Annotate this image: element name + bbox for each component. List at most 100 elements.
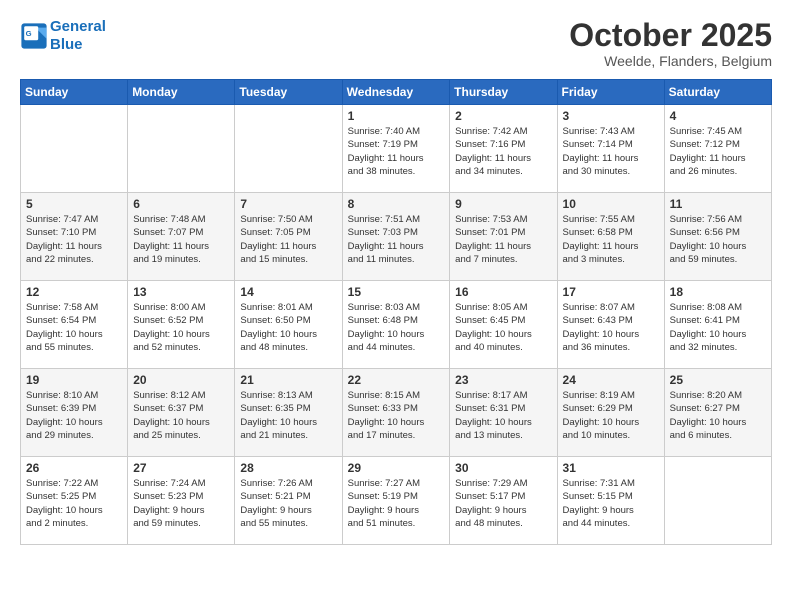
logo-icon: G: [20, 22, 48, 50]
day-cell: 15 Sunrise: 8:03 AM Sunset: 6:48 PM Dayli…: [342, 281, 450, 369]
day-number: 1: [348, 109, 445, 123]
day-number: 4: [670, 109, 766, 123]
day-cell: 18Sunrise: 8:08 AM Sunset: 6:41 PM Dayli…: [664, 281, 771, 369]
day-number: 9: [455, 197, 551, 211]
col-header-tuesday: Tuesday: [235, 80, 342, 105]
day-number: 27: [133, 461, 229, 475]
day-info: Sunrise: 8:00 AM Sunset: 6:52 PM Dayligh…: [133, 301, 229, 354]
day-info: Sunrise: 7:26 AM Sunset: 5:21 PM Dayligh…: [240, 477, 336, 530]
logo-text: General Blue: [50, 18, 106, 54]
day-info: Sunrise: 7:22 AM Sunset: 5:25 PM Dayligh…: [26, 477, 122, 530]
day-number: 5: [26, 197, 122, 211]
day-cell: 30 Sunrise: 7:29 AM Sunset: 5:17 PM Dayli…: [450, 457, 557, 545]
day-cell: 12Sunrise: 7:58 AM Sunset: 6:54 PM Dayli…: [21, 281, 128, 369]
day-cell: 6Sunrise: 7:48 AM Sunset: 7:07 PM Daylig…: [128, 193, 235, 281]
day-cell: 11 Sunrise: 7:56 AM Sunset: 6:56 PM Dayli…: [664, 193, 771, 281]
day-number: 17: [563, 285, 659, 299]
col-header-monday: Monday: [128, 80, 235, 105]
day-number: 12: [26, 285, 122, 299]
day-number: 28: [240, 461, 336, 475]
day-number: 15: [348, 285, 445, 299]
day-cell: 4 Sunrise: 7:45 AM Sunset: 7:12 PM Daylig…: [664, 105, 771, 193]
day-info: Sunrise: 7:42 AM Sunset: 7:16 PM Dayligh…: [455, 125, 551, 178]
title-block: October 2025 Weelde, Flanders, Belgium: [569, 18, 772, 69]
day-cell: 17Sunrise: 8:07 AM Sunset: 6:43 PM Dayli…: [557, 281, 664, 369]
day-cell: 5 Sunrise: 7:47 AM Sunset: 7:10 PM Daylig…: [21, 193, 128, 281]
col-header-saturday: Saturday: [664, 80, 771, 105]
day-number: 25: [670, 373, 766, 387]
day-info: Sunrise: 7:47 AM Sunset: 7:10 PM Dayligh…: [26, 213, 122, 266]
day-info: Sunrise: 8:05 AM Sunset: 6:45 PM Dayligh…: [455, 301, 551, 354]
calendar-header-row: SundayMondayTuesdayWednesdayThursdayFrid…: [21, 80, 772, 105]
day-number: 7: [240, 197, 336, 211]
header: G General Blue October 2025 Weelde, Flan…: [20, 18, 772, 69]
day-info: Sunrise: 8:19 AM Sunset: 6:29 PM Dayligh…: [563, 389, 659, 442]
calendar-table: SundayMondayTuesdayWednesdayThursdayFrid…: [20, 79, 772, 545]
day-cell: 8 Sunrise: 7:51 AM Sunset: 7:03 PM Daylig…: [342, 193, 450, 281]
day-cell: 20Sunrise: 8:12 AM Sunset: 6:37 PM Dayli…: [128, 369, 235, 457]
day-cell: [664, 457, 771, 545]
day-info: Sunrise: 7:40 AM Sunset: 7:19 PM Dayligh…: [348, 125, 445, 178]
day-cell: 31Sunrise: 7:31 AM Sunset: 5:15 PM Dayli…: [557, 457, 664, 545]
day-cell: 3 Sunrise: 7:43 AM Sunset: 7:14 PM Daylig…: [557, 105, 664, 193]
day-info: Sunrise: 7:53 AM Sunset: 7:01 PM Dayligh…: [455, 213, 551, 266]
week-row-4: 19Sunrise: 8:10 AM Sunset: 6:39 PM Dayli…: [21, 369, 772, 457]
day-number: 24: [563, 373, 659, 387]
day-number: 14: [240, 285, 336, 299]
day-number: 26: [26, 461, 122, 475]
day-info: Sunrise: 8:12 AM Sunset: 6:37 PM Dayligh…: [133, 389, 229, 442]
day-info: Sunrise: 7:31 AM Sunset: 5:15 PM Dayligh…: [563, 477, 659, 530]
col-header-thursday: Thursday: [450, 80, 557, 105]
day-cell: 27 Sunrise: 7:24 AM Sunset: 5:23 PM Dayli…: [128, 457, 235, 545]
day-info: Sunrise: 8:17 AM Sunset: 6:31 PM Dayligh…: [455, 389, 551, 442]
day-number: 30: [455, 461, 551, 475]
day-info: Sunrise: 7:55 AM Sunset: 6:58 PM Dayligh…: [563, 213, 659, 266]
day-number: 16: [455, 285, 551, 299]
col-header-sunday: Sunday: [21, 80, 128, 105]
day-cell: [128, 105, 235, 193]
month-title: October 2025: [569, 18, 772, 53]
day-number: 22: [348, 373, 445, 387]
day-info: Sunrise: 7:43 AM Sunset: 7:14 PM Dayligh…: [563, 125, 659, 178]
day-info: Sunrise: 7:24 AM Sunset: 5:23 PM Dayligh…: [133, 477, 229, 530]
day-info: Sunrise: 7:29 AM Sunset: 5:17 PM Dayligh…: [455, 477, 551, 530]
day-number: 3: [563, 109, 659, 123]
day-number: 2: [455, 109, 551, 123]
page: G General Blue October 2025 Weelde, Flan…: [0, 0, 792, 612]
day-info: Sunrise: 7:51 AM Sunset: 7:03 PM Dayligh…: [348, 213, 445, 266]
week-row-2: 5 Sunrise: 7:47 AM Sunset: 7:10 PM Daylig…: [21, 193, 772, 281]
location: Weelde, Flanders, Belgium: [569, 53, 772, 69]
day-info: Sunrise: 8:03 AM Sunset: 6:48 PM Dayligh…: [348, 301, 445, 354]
day-info: Sunrise: 7:50 AM Sunset: 7:05 PM Dayligh…: [240, 213, 336, 266]
svg-text:G: G: [26, 29, 32, 38]
day-cell: 13 Sunrise: 8:00 AM Sunset: 6:52 PM Dayli…: [128, 281, 235, 369]
logo: G General Blue: [20, 18, 106, 54]
day-info: Sunrise: 8:15 AM Sunset: 6:33 PM Dayligh…: [348, 389, 445, 442]
week-row-1: 1 Sunrise: 7:40 AM Sunset: 7:19 PM Daylig…: [21, 105, 772, 193]
day-cell: 10 Sunrise: 7:55 AM Sunset: 6:58 PM Dayli…: [557, 193, 664, 281]
col-header-friday: Friday: [557, 80, 664, 105]
day-cell: 26 Sunrise: 7:22 AM Sunset: 5:25 PM Dayli…: [21, 457, 128, 545]
day-cell: 24 Sunrise: 8:19 AM Sunset: 6:29 PM Dayli…: [557, 369, 664, 457]
day-cell: 25 Sunrise: 8:20 AM Sunset: 6:27 PM Dayli…: [664, 369, 771, 457]
day-cell: [21, 105, 128, 193]
day-info: Sunrise: 8:20 AM Sunset: 6:27 PM Dayligh…: [670, 389, 766, 442]
day-cell: 29Sunrise: 7:27 AM Sunset: 5:19 PM Dayli…: [342, 457, 450, 545]
col-header-wednesday: Wednesday: [342, 80, 450, 105]
day-number: 11: [670, 197, 766, 211]
day-info: Sunrise: 8:10 AM Sunset: 6:39 PM Dayligh…: [26, 389, 122, 442]
day-cell: 14Sunrise: 8:01 AM Sunset: 6:50 PM Dayli…: [235, 281, 342, 369]
day-info: Sunrise: 8:13 AM Sunset: 6:35 PM Dayligh…: [240, 389, 336, 442]
day-info: Sunrise: 7:48 AM Sunset: 7:07 PM Dayligh…: [133, 213, 229, 266]
day-info: Sunrise: 7:56 AM Sunset: 6:56 PM Dayligh…: [670, 213, 766, 266]
day-info: Sunrise: 7:27 AM Sunset: 5:19 PM Dayligh…: [348, 477, 445, 530]
day-number: 13: [133, 285, 229, 299]
day-number: 8: [348, 197, 445, 211]
day-cell: 16 Sunrise: 8:05 AM Sunset: 6:45 PM Dayli…: [450, 281, 557, 369]
day-info: Sunrise: 7:45 AM Sunset: 7:12 PM Dayligh…: [670, 125, 766, 178]
day-number: 10: [563, 197, 659, 211]
day-cell: 28 Sunrise: 7:26 AM Sunset: 5:21 PM Dayli…: [235, 457, 342, 545]
day-info: Sunrise: 8:08 AM Sunset: 6:41 PM Dayligh…: [670, 301, 766, 354]
week-row-3: 12Sunrise: 7:58 AM Sunset: 6:54 PM Dayli…: [21, 281, 772, 369]
day-cell: 7 Sunrise: 7:50 AM Sunset: 7:05 PM Daylig…: [235, 193, 342, 281]
